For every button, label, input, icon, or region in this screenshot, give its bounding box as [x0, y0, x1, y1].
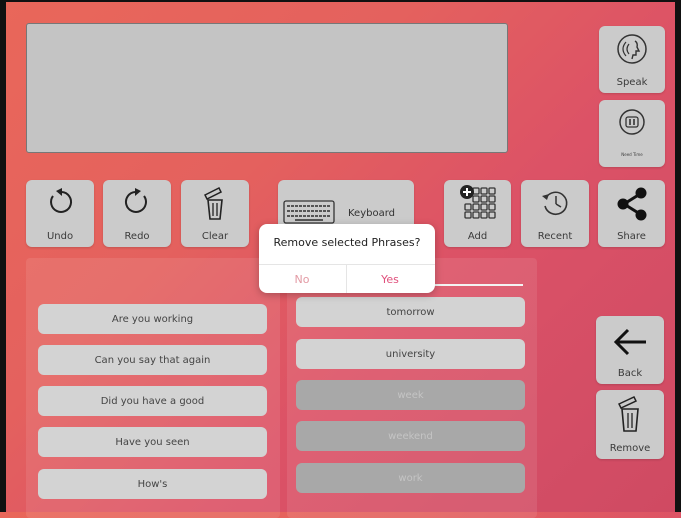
- message-text-area[interactable]: [26, 23, 508, 153]
- keyboard-label: Keyboard: [348, 208, 396, 219]
- list-item[interactable]: tomorrow: [296, 297, 525, 327]
- speak-icon: [599, 32, 665, 66]
- window-frame-left: [0, 0, 6, 512]
- dialog-no-button[interactable]: No: [259, 265, 345, 293]
- recent-label: Recent: [537, 231, 573, 242]
- list-item-selected[interactable]: work: [296, 463, 525, 493]
- redo-label: Redo: [124, 231, 150, 242]
- undo-icon: [26, 186, 94, 218]
- redo-button[interactable]: Redo: [103, 180, 171, 247]
- share-button[interactable]: Share: [598, 180, 665, 247]
- keyboard-icon: [283, 200, 335, 227]
- trash-icon: [181, 186, 249, 222]
- list-item[interactable]: university: [296, 339, 525, 369]
- remove-trash-icon: [596, 394, 664, 434]
- add-button[interactable]: Add: [444, 180, 511, 247]
- remove-label: Remove: [609, 443, 651, 454]
- speak-label: Speak: [616, 77, 648, 88]
- list-item-selected[interactable]: weekend: [296, 421, 525, 451]
- add-label: Add: [467, 231, 488, 242]
- dialog-yes-button[interactable]: Yes: [347, 265, 433, 293]
- list-item[interactable]: Have you seen: [38, 427, 267, 457]
- clear-label: Clear: [201, 231, 229, 242]
- confirm-dialog: Remove selected Phrases? No Yes: [259, 224, 435, 293]
- need-time-button[interactable]: Need Time: [599, 100, 665, 167]
- recent-icon: [521, 186, 589, 220]
- list-item[interactable]: Did you have a good: [38, 386, 267, 416]
- list-item[interactable]: How's: [38, 469, 267, 499]
- need-time-icon: [599, 106, 665, 140]
- dialog-title: Remove selected Phrases?: [273, 236, 421, 249]
- undo-button[interactable]: Undo: [26, 180, 94, 247]
- list-item[interactable]: Can you say that again: [38, 345, 267, 375]
- back-label: Back: [617, 368, 643, 379]
- back-arrow-icon: [596, 326, 664, 358]
- need-time-label: Need Time: [621, 152, 643, 157]
- window-frame-right: [675, 0, 681, 512]
- clear-button[interactable]: Clear: [181, 180, 249, 247]
- share-icon: [598, 186, 665, 222]
- list-item-selected[interactable]: week: [296, 380, 525, 410]
- back-button[interactable]: Back: [596, 316, 664, 384]
- speak-button[interactable]: Speak: [599, 26, 665, 93]
- list-item[interactable]: Are you working: [38, 304, 267, 334]
- undo-label: Undo: [46, 231, 74, 242]
- redo-icon: [103, 186, 171, 218]
- recent-button[interactable]: Recent: [521, 180, 589, 247]
- remove-button[interactable]: Remove: [596, 390, 664, 459]
- window-frame-top: [0, 0, 681, 2]
- add-grid-icon: [444, 184, 511, 222]
- share-label: Share: [617, 231, 646, 242]
